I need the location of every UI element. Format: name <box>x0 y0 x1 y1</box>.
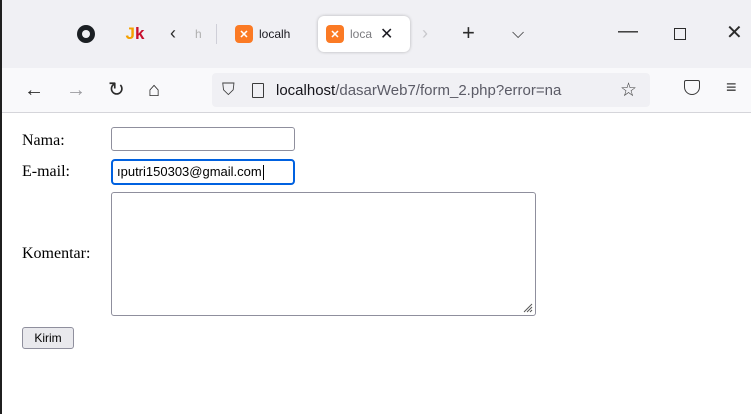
close-tab-icon[interactable]: ✕ <box>380 24 393 44</box>
url-host: localhost <box>276 82 336 99</box>
window-close-icon[interactable]: ✕ <box>726 20 743 45</box>
email-label: E-mail: <box>22 163 70 180</box>
back-arrow-icon[interactable]: ← <box>24 79 44 101</box>
tab-scroll-right-icon[interactable]: › <box>422 23 428 44</box>
email-input[interactable]: ıputri150303@gmail.com <box>111 159 295 185</box>
tab-localhost-1[interactable]: ✕ localh <box>227 16 307 52</box>
page-icon[interactable] <box>252 83 264 98</box>
reload-icon[interactable]: ↻ <box>108 79 125 101</box>
email-value: ıputri150303@gmail.com <box>117 164 262 179</box>
komentar-textarea[interactable] <box>111 192 536 316</box>
nama-input[interactable] <box>111 127 295 151</box>
partial-tab-label[interactable]: h <box>195 27 202 41</box>
pocket-icon[interactable] <box>684 80 700 95</box>
text-caret <box>262 165 264 181</box>
xampp-icon: ✕ <box>326 25 344 43</box>
shield-icon[interactable]: ⛉ <box>222 80 235 100</box>
home-icon[interactable]: ⌂ <box>148 79 160 101</box>
url-bar[interactable]: ⛉ localhost/dasarWeb7/form_2.php?error=n… <box>212 73 650 107</box>
tab-localhost-active[interactable]: ✕ loca ✕ <box>318 16 410 52</box>
navigation-bar: ← → ↻ ⌂ ⛉ localhost/dasarWeb7/form_2.php… <box>2 68 751 113</box>
jk-logo-icon: J <box>125 24 135 43</box>
tab-separator <box>216 24 217 44</box>
tab-label: loca <box>350 27 373 41</box>
xampp-icon: ✕ <box>235 25 253 43</box>
minimize-icon[interactable]: — <box>618 20 638 43</box>
tab-scroll-left-icon[interactable]: ‹ <box>170 23 176 44</box>
komentar-label: Komentar: <box>22 245 91 262</box>
nama-label: Nama: <box>22 132 65 149</box>
kirim-button[interactable]: Kirim <box>22 327 74 349</box>
page-content: Nama: E-mail: ıputri150303@gmail.com Kom… <box>2 113 751 414</box>
tab-label: localh <box>259 27 291 41</box>
github-icon <box>77 25 95 43</box>
bookmark-star-icon[interactable]: ☆ <box>620 79 637 102</box>
url-path: /dasarWeb7/form_2.php?error=na <box>335 82 562 99</box>
jk-pinned-tab[interactable]: Jk <box>123 22 147 46</box>
new-tab-plus-icon[interactable]: + <box>462 20 475 46</box>
hamburger-menu-icon[interactable]: ≡ <box>726 77 737 98</box>
github-pinned-tab[interactable] <box>74 22 98 46</box>
tab-strip: Jk ‹ h ✕ localh ✕ loca ✕ › + ⌵ — ✕ <box>2 0 751 68</box>
url-text[interactable]: localhost/dasarWeb7/form_2.php?error=na <box>276 82 594 99</box>
maximize-icon[interactable] <box>674 28 686 40</box>
resize-grip-icon[interactable] <box>523 303 533 313</box>
forward-arrow-icon[interactable]: → <box>66 79 86 101</box>
list-all-tabs-chevron-icon[interactable]: ⌵ <box>512 25 524 43</box>
